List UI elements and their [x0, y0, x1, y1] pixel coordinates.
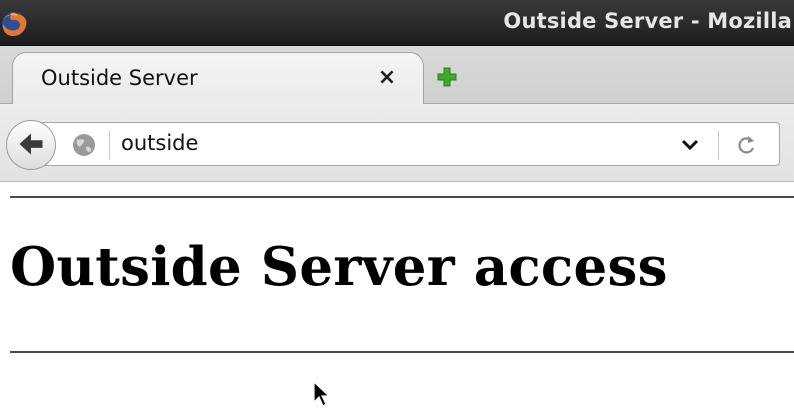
url-text[interactable]: outside — [121, 131, 198, 155]
globe-icon[interactable] — [72, 133, 96, 157]
tab-outside-server[interactable]: Outside Server × — [12, 52, 424, 105]
horizontal-rule — [10, 351, 794, 353]
tab-strip: Outside Server × — [0, 46, 794, 105]
horizontal-rule — [10, 196, 794, 198]
url-separator — [109, 131, 110, 159]
window-titlebar: Outside Server - Mozilla — [0, 0, 794, 46]
back-button[interactable] — [6, 120, 56, 170]
chevron-down-icon[interactable] — [679, 135, 701, 155]
reload-icon[interactable] — [735, 133, 757, 157]
firefox-logo-icon — [2, 12, 27, 36]
page-heading: Outside Server access — [10, 236, 668, 298]
back-arrow-icon — [19, 133, 43, 155]
close-icon[interactable]: × — [374, 65, 400, 91]
url-bar[interactable]: outside — [38, 122, 780, 166]
tab-label: Outside Server — [41, 66, 198, 90]
mouse-pointer-icon — [313, 380, 331, 407]
window-title: Outside Server - Mozilla — [503, 9, 792, 33]
url-separator — [718, 131, 719, 159]
plus-icon[interactable] — [436, 66, 458, 88]
navigation-toolbar: outside — [0, 104, 794, 182]
